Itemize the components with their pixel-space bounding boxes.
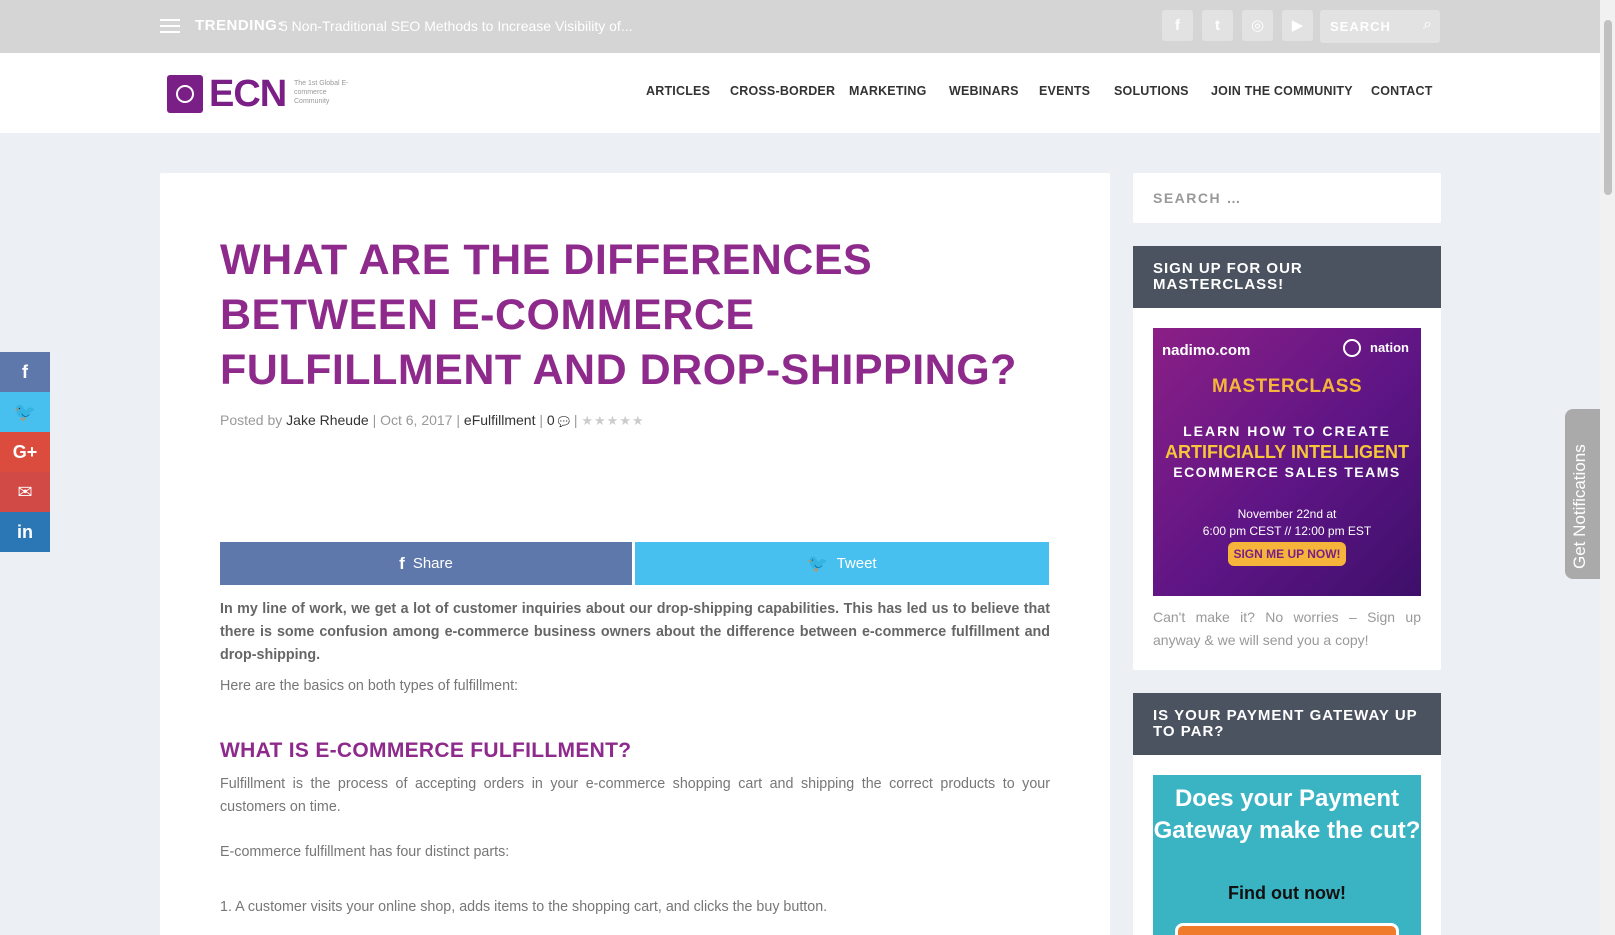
scrollbar[interactable]	[1600, 0, 1615, 935]
promo-date: November 22nd at 6:00 pm CEST // 12:00 p…	[1153, 506, 1421, 540]
facebook-icon[interactable]: f	[1162, 10, 1193, 41]
nation-logo-icon	[1343, 339, 1361, 357]
promo-nation: nation	[1370, 340, 1409, 355]
facebook-share-button[interactable]: f Share	[220, 542, 632, 585]
promo-date-line-1: November 22nd at	[1237, 507, 1337, 521]
masterclass-banner[interactable]: nadimo.com nation MASTERCLASS LEARN HOW …	[1153, 328, 1421, 596]
trending-link[interactable]: 5 Non-Traditional SEO Methods to Increas…	[280, 18, 633, 34]
post-meta: Posted by Jake Rheude | Oct 6, 2017 | eF…	[220, 412, 645, 429]
fulfillment-definition: Fulfillment is the process of accepting …	[220, 776, 1050, 815]
basics-paragraph: Here are the basics on both types of ful…	[220, 678, 519, 694]
payment-banner[interactable]: Does your Payment Gateway make the cut? …	[1153, 775, 1421, 935]
article-card: WHAT ARE THE DIFFERENCES BETWEEN E-COMME…	[160, 173, 1110, 935]
nav-solutions[interactable]: SOLUTIONS	[1114, 84, 1189, 98]
widget-heading: IS YOUR PAYMENT GATEWAY UP TO PAR?	[1133, 693, 1441, 755]
logo-text[interactable]: ECN	[209, 73, 287, 116]
side-linkedin-button[interactable]: in	[0, 512, 50, 552]
post-title: WHAT ARE THE DIFFERENCES BETWEEN E-COMME…	[220, 236, 1017, 394]
trending-label: TRENDING:	[195, 17, 283, 34]
masterclass-note: Can't make it? No worries – Sign up anyw…	[1153, 609, 1421, 648]
category-link[interactable]: eFulfillment	[464, 412, 536, 428]
post-date: Oct 6, 2017	[380, 412, 453, 428]
four-parts-paragraph: E-commerce fulfillment has four distinct…	[220, 844, 510, 860]
nav-marketing[interactable]: MARKETING	[849, 84, 927, 98]
notifications-label: Get Notifications	[1570, 444, 1589, 569]
share-label: Share	[412, 555, 453, 572]
scroll-thumb[interactable]	[1604, 20, 1612, 195]
nav-join-community[interactable]: JOIN THE COMMUNITY	[1211, 84, 1353, 98]
logo-icon[interactable]	[167, 75, 203, 113]
tweet-label: Tweet	[836, 555, 877, 572]
rating-stars[interactable]: ★★★★★	[581, 413, 644, 428]
side-twitter-button[interactable]: 🐦	[0, 392, 50, 432]
nav-articles[interactable]: ARTICLES	[646, 84, 710, 98]
promo-line-1: LEARN HOW TO CREATE	[1183, 423, 1391, 439]
widget-heading: SIGN UP FOR OUR MASTERCLASS!	[1133, 246, 1441, 308]
promo-line-3: ECOMMERCE SALES TEAMS	[1173, 464, 1401, 480]
twitter-icon: 🐦	[807, 553, 829, 573]
comments-link[interactable]: 0	[547, 412, 555, 428]
promo-masterclass: MASTERCLASS	[1211, 376, 1363, 397]
nav-cross-border[interactable]: CROSS-BORDER	[730, 84, 835, 98]
author-link[interactable]: Jake Rheude	[286, 412, 369, 428]
nav-events[interactable]: EVENTS	[1039, 84, 1090, 98]
instagram-icon[interactable]: ◎	[1242, 10, 1273, 41]
meta-separator: |	[573, 412, 578, 428]
twitter-tweet-button[interactable]: 🐦 Tweet	[635, 542, 1049, 585]
meta-separator: |	[372, 412, 377, 428]
logo-tagline: The 1st Global E-commerce Community	[294, 80, 349, 105]
top-search-placeholder: SEARCH	[1330, 19, 1391, 34]
side-google-plus-button[interactable]: G+	[0, 432, 50, 472]
promo-brand: nadimo.com	[1162, 342, 1251, 359]
masterclass-widget: SIGN UP FOR OUR MASTERCLASS! nadimo.com …	[1133, 246, 1441, 670]
promo2-title: Does your Payment Gateway make the cut?	[1153, 785, 1421, 844]
posted-by-label: Posted by	[220, 412, 283, 428]
twitter-icon[interactable]: t	[1202, 10, 1233, 41]
nav-webinars[interactable]: WEBINARS	[949, 84, 1019, 98]
search-icon[interactable]: ⌕	[1423, 16, 1432, 34]
sidebar-search-input[interactable]: SEARCH …	[1153, 190, 1242, 206]
menu-icon[interactable]	[160, 19, 180, 34]
comment-icon[interactable]: 💬	[555, 417, 569, 428]
promo-line-2: ARTIFICIALLY INTELLIGENT	[1164, 442, 1409, 462]
side-facebook-button[interactable]: f	[0, 352, 50, 392]
site-header: ECN The 1st Global E-commerce Community …	[0, 53, 1600, 133]
meta-separator: |	[539, 412, 544, 428]
list-item: 1. A customer visits your online shop, a…	[220, 899, 828, 915]
facebook-icon: f	[399, 553, 405, 573]
top-search-input[interactable]: SEARCH ⌕	[1320, 10, 1440, 43]
payment-widget: IS YOUR PAYMENT GATEWAY UP TO PAR? Does …	[1133, 693, 1441, 935]
top-bar: TRENDING: 5 Non-Traditional SEO Methods …	[0, 0, 1600, 53]
meta-separator: |	[456, 412, 461, 428]
promo-date-line-2: 6:00 pm CEST // 12:00 pm EST	[1202, 524, 1372, 538]
fulfillment-subheading: WHAT IS E-COMMERCE FULFILLMENT?	[220, 739, 632, 762]
nav-contact[interactable]: CONTACT	[1371, 84, 1433, 98]
promo2-subtitle: Find out now!	[1228, 883, 1346, 903]
sidebar-search[interactable]: SEARCH …	[1133, 173, 1441, 223]
promo2-button[interactable]	[1175, 923, 1399, 935]
side-email-button[interactable]: ✉	[0, 472, 50, 512]
sign-up-button[interactable]: SIGN ME UP NOW!	[1228, 542, 1346, 566]
get-notifications-tab[interactable]: Get Notifications	[1565, 409, 1601, 579]
intro-paragraph: In my line of work, we get a lot of cust…	[220, 601, 1050, 663]
youtube-icon[interactable]: ▶	[1282, 10, 1313, 41]
